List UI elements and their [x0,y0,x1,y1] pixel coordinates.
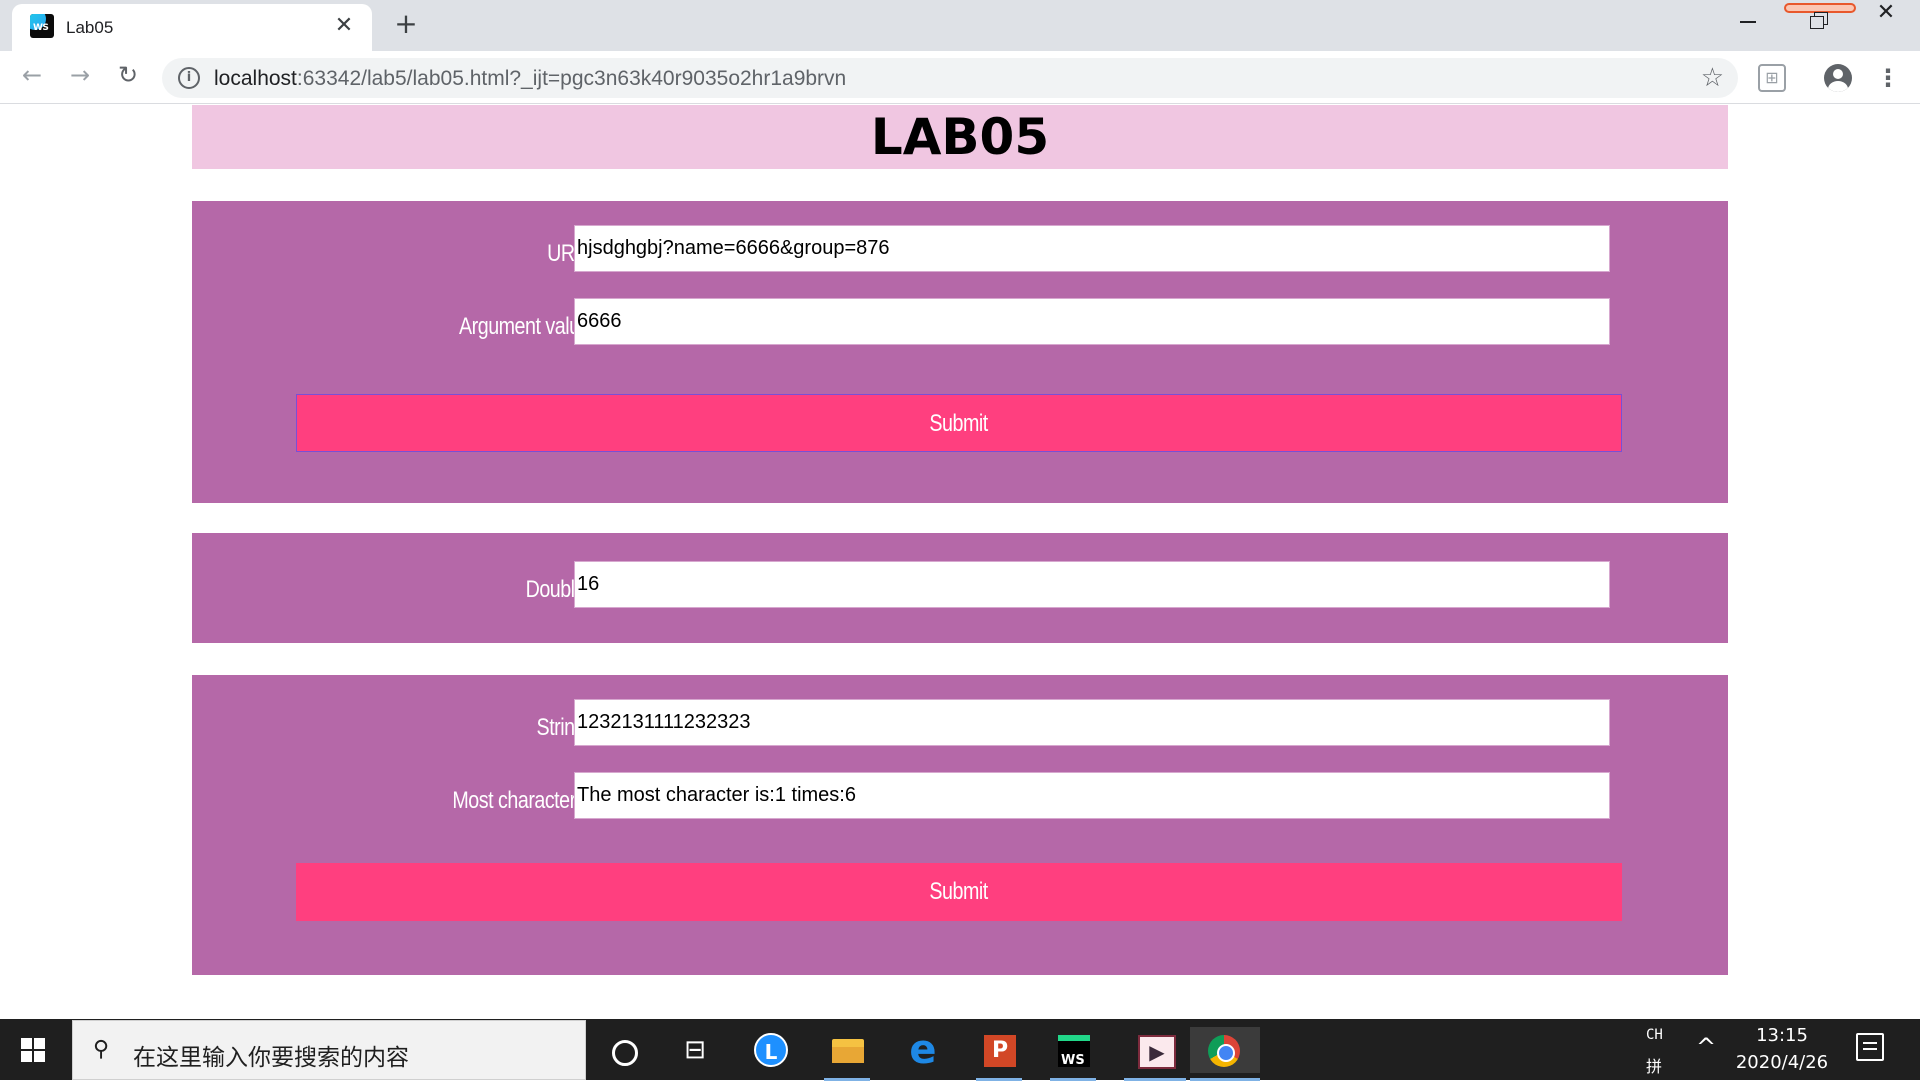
taskbar-search-placeholder: 在这里输入你要搜索的内容 [133,1045,409,1071]
url-path: :63342/lab5/lab05.html?_ijt=pgc3n63k40r9… [296,67,847,90]
clock-time[interactable]: 13:15 [1736,1025,1828,1046]
edge-browser-icon[interactable]: e [900,1027,946,1073]
file-explorer-icon[interactable] [824,1027,870,1081]
task-view-icon[interactable]: ⊟ [672,1027,718,1073]
string-submit-button[interactable]: Submit [296,863,1622,921]
windows-start-icon[interactable] [16,1033,52,1069]
ime-mode-icon[interactable]: 拼 [1646,1053,1662,1077]
video-player-icon[interactable] [1124,1027,1186,1081]
string-form-panel: String: Most characters: Submit [192,675,1728,975]
page-title: LAB05 [870,108,1050,166]
window-close-button[interactable]: ✕ [1856,0,1916,44]
double-input[interactable] [574,561,1610,608]
reload-button[interactable]: ↻ [112,61,144,93]
string-label: String: [536,714,591,741]
app-l-icon[interactable] [748,1027,794,1073]
page-header: LAB05 [192,105,1728,169]
url-label: URL: [547,240,590,267]
taskbar-search-box[interactable]: ⚲ 在这里输入你要搜索的内容 [72,1020,586,1080]
url-input[interactable] [574,225,1610,272]
most-characters-input[interactable] [574,772,1610,819]
address-bar[interactable]: i localhost:63342/lab5/lab05.html?_ijt=p… [162,58,1738,98]
search-icon: ⚲ [93,1037,110,1062]
bookmark-star-icon[interactable]: ☆ [1701,63,1724,93]
input-language-indicator[interactable]: CH [1646,1027,1663,1043]
address-url[interactable]: localhost:63342/lab5/lab05.html?_ijt=pgc… [214,67,846,91]
extension-icon[interactable]: ⊞ [1758,64,1786,92]
argument-value-input[interactable] [574,298,1610,345]
clock-date[interactable]: 2020/4/26 [1730,1052,1834,1073]
url-form-panel: URL: Argument value Submit [192,201,1728,503]
cortana-icon[interactable] [600,1027,646,1073]
tab-title: Lab05 [66,18,114,37]
windows-taskbar: ⚲ 在这里输入你要搜索的内容 ⊟ e CH 拼 ^ 13:15 2020/4/2… [0,1019,1920,1081]
string-input[interactable] [574,699,1610,746]
action-center-icon[interactable] [1856,1033,1884,1061]
powerpoint-icon[interactable] [976,1027,1022,1081]
browser-toolbar: ← → ↻ i localhost:63342/lab5/lab05.html?… [0,51,1920,104]
site-info-icon[interactable]: i [178,67,200,89]
argument-value-label: Argument value [459,313,590,340]
browser-menu-icon[interactable]: ⋮ [1876,64,1900,92]
profile-avatar-icon[interactable] [1824,64,1852,92]
window-minimize-button[interactable] [1718,0,1778,44]
url-host: localhost [214,67,297,90]
back-button[interactable]: ← [16,61,48,93]
new-tab-button[interactable]: + [390,8,422,40]
tab-strip: WS Lab05 ✕ + ✕ [0,0,1920,51]
window-restore-button[interactable] [1786,0,1846,44]
webstorm-favicon-icon: WS [30,14,54,38]
double-label: Double: [525,576,591,603]
webstorm-icon[interactable] [1050,1027,1096,1081]
tab-close-icon[interactable]: ✕ [332,14,356,38]
url-submit-button[interactable]: Submit [296,394,1622,452]
tray-chevron-icon[interactable]: ^ [1696,1033,1716,1061]
chrome-icon[interactable] [1190,1027,1260,1081]
double-form-panel: Double: [192,533,1728,643]
page-viewport: LAB05 URL: Argument value Submit Double:… [0,105,1920,1019]
most-characters-label: Most characters: [452,787,590,814]
tab-lab05[interactable]: WS Lab05 ✕ [12,4,372,51]
forward-button[interactable]: → [64,61,96,93]
